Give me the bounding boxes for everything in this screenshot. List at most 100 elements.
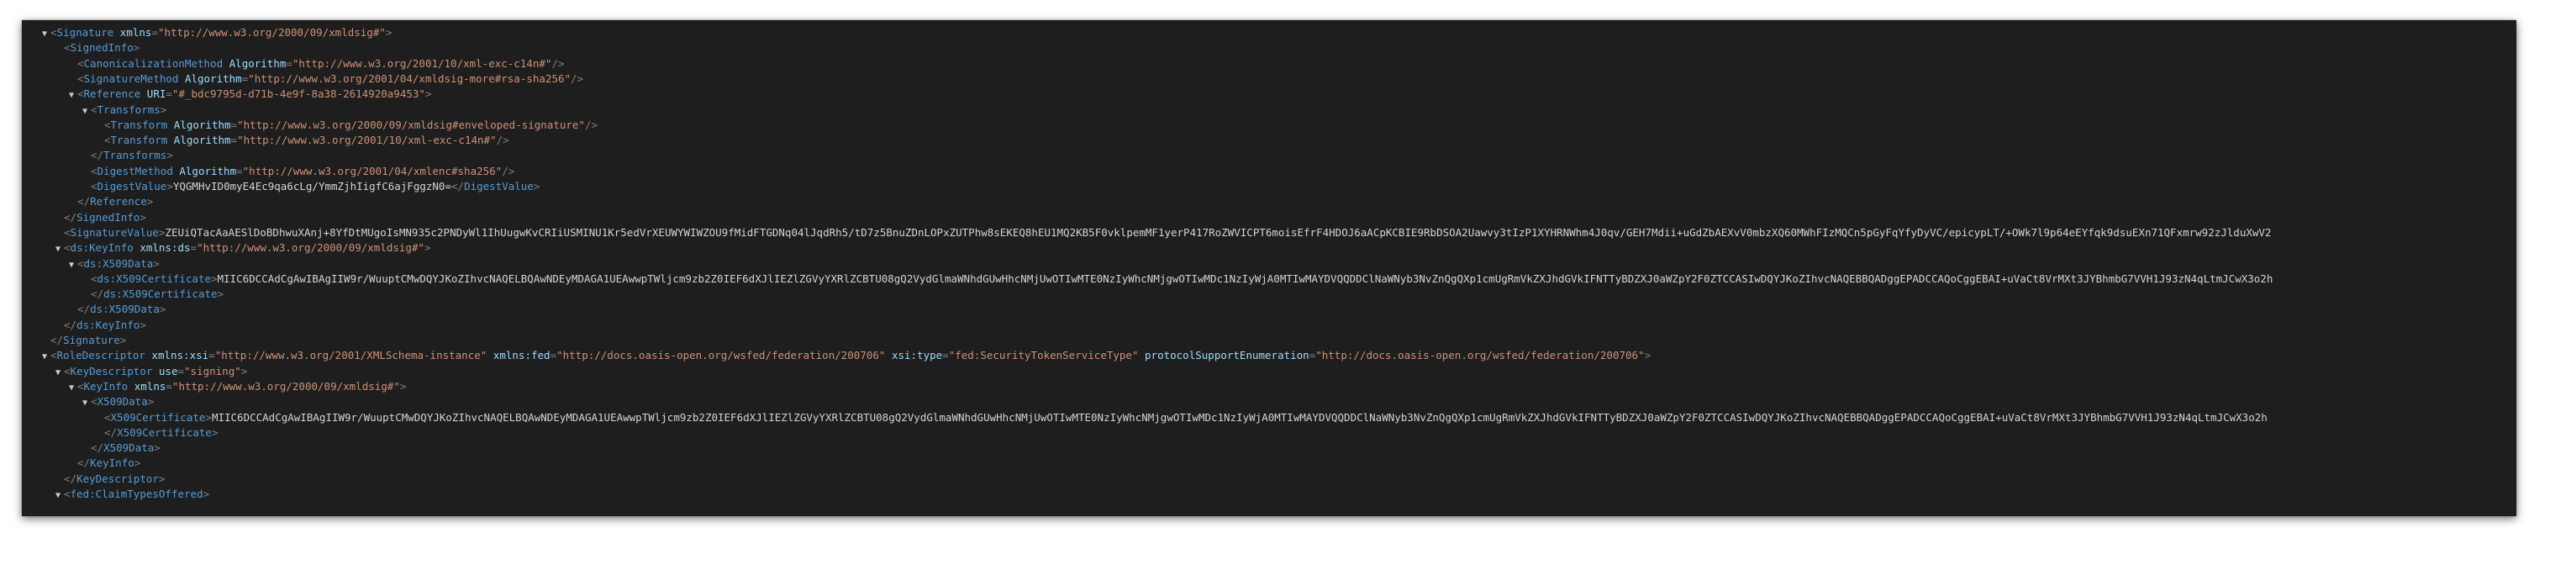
xml-tag-name: X509Data	[103, 441, 155, 455]
xml-attribute-value: "http://www.w3.org/2000/09/xmldsig#"	[171, 379, 400, 393]
xml-line: <SignedInfo>	[52, 40, 140, 55]
xml-line: </SignedInfo>	[52, 210, 146, 225]
xml-punctuation: >	[1644, 349, 1651, 362]
xml-line: <DigestMethod Algorithm="http://www.w3.o…	[79, 164, 514, 179]
xml-tag-name: X509Data	[97, 395, 148, 409]
triangle-down-icon[interactable]: ▼	[52, 366, 64, 381]
xml-punctuation: >	[424, 241, 431, 255]
xml-line: <CanonicalizationMethod Algorithm="http:…	[66, 56, 565, 71]
xml-punctuation: >	[153, 256, 160, 270]
xml-punctuation: =	[550, 349, 557, 362]
xml-line: ▼ <Transforms>	[79, 103, 166, 118]
xml-punctuation: <	[77, 256, 84, 270]
xml-line: ▼ <Reference URI="#_bdc9795d-d71b-4e9f-8a…	[66, 87, 431, 102]
xml-tag-name: KeyDescriptor	[76, 472, 159, 485]
xml-text	[113, 26, 120, 39]
xml-attribute-name: xmlns	[134, 379, 166, 393]
xml-attribute-name: use	[158, 364, 178, 377]
xml-punctuation: =	[236, 164, 243, 177]
xml-punctuation: />	[571, 71, 584, 85]
xml-punctuation: <	[104, 118, 111, 131]
xml-punctuation: =	[942, 349, 949, 362]
triangle-down-icon[interactable]: ▼	[66, 381, 77, 396]
xml-punctuation: >	[159, 303, 166, 316]
xml-tag-name: Signature	[56, 26, 114, 39]
xml-attribute-name: xmlns	[119, 26, 152, 39]
xml-punctuation: </	[77, 303, 91, 316]
triangle-down-icon[interactable]: ▼	[52, 488, 64, 504]
xml-tag-name: ds:X509Certificate	[103, 288, 218, 301]
xml-text	[178, 72, 185, 85]
xml-attribute-name: xmlns:xsi	[151, 349, 209, 362]
xml-attribute-name: Algorithm	[173, 134, 231, 147]
xml-attribute-name: Algorithm	[184, 71, 242, 85]
xml-tag-name: Reference	[90, 195, 147, 208]
xml-line: ▼ <KeyDescriptor use="signing">	[52, 364, 247, 379]
xml-text: MIIC6DCCAdCgAwIBAgIIW9r/WuuptCMwDQYJKoZI…	[217, 272, 2273, 285]
xml-tag-name: KeyInfo	[83, 379, 129, 393]
xml-attribute-name: URI	[146, 87, 166, 101]
xml-punctuation: </	[77, 456, 91, 470]
xml-punctuation: <	[77, 71, 84, 85]
xml-attribute-value: "http://docs.oasis-open.org/wsfed/federa…	[556, 349, 886, 362]
xml-attribute-name: Algorithm	[179, 164, 237, 177]
triangle-down-icon[interactable]: ▼	[39, 350, 50, 365]
triangle-down-icon[interactable]: ▼	[39, 27, 50, 42]
xml-tag-name: ds:KeyInfo	[76, 318, 140, 331]
xml-punctuation: =	[151, 26, 158, 39]
xml-punctuation: </	[50, 334, 64, 346]
xml-attribute-name: xmlns:ds	[140, 241, 191, 255]
xml-attribute-value: "http://www.w3.org/2001/10/xml-exc-c14n#…	[292, 56, 552, 70]
xml-line: ▼ <ds:KeyInfo xmlns:ds="http://www.w3.org…	[52, 240, 431, 256]
xml-punctuation: =	[286, 56, 292, 70]
xml-punctuation: >	[203, 488, 210, 500]
xml-text	[1139, 349, 1146, 361]
xml-punctuation: >	[158, 472, 166, 485]
xml-tag-name: SignatureMethod	[83, 71, 179, 85]
xml-line: </KeyDescriptor>	[52, 472, 165, 487]
xml-punctuation: </	[64, 210, 77, 224]
xml-line: ▼ <fed:ClaimTypesOffered>	[52, 487, 209, 502]
xml-tag-name: SignedInfo	[76, 210, 140, 224]
xml-punctuation: >	[134, 456, 141, 470]
xml-punctuation: >	[119, 334, 127, 346]
xml-attribute-value: "http://www.w3.org/2001/10/xml-exc-c14n#…	[237, 134, 497, 147]
xml-tag-name: RoleDescriptor	[56, 349, 145, 362]
xml-tag-name: ds:X509Data	[83, 256, 154, 270]
xml-punctuation: </	[77, 195, 91, 208]
xml-viewer-panel: ▼ <Signature xmlns="http://www.w3.org/200…	[22, 20, 2516, 516]
xml-tag-name: X509Certificate	[110, 410, 206, 424]
xml-attribute-value: "#_bdc9795d-d71b-4e9f-8a38-2614920a9453"	[171, 87, 425, 101]
triangle-down-icon[interactable]: ▼	[66, 88, 77, 103]
xml-tag-name: Transform	[110, 134, 168, 147]
xml-punctuation: />	[496, 134, 509, 147]
xml-line: </ds:X509Certificate>	[79, 287, 224, 302]
xml-punctuation: =	[230, 134, 238, 147]
xml-punctuation: >	[217, 288, 224, 301]
xml-punctuation: =	[177, 364, 185, 377]
xml-punctuation: </	[451, 180, 465, 193]
xml-attribute-value: "http://www.w3.org/2000/09/xmldsig#"	[197, 241, 425, 255]
xml-text	[167, 134, 174, 146]
xml-line: <Transform Algorithm="http://www.w3.org/…	[92, 133, 509, 148]
xml-tag-name: CanonicalizationMethod	[83, 56, 224, 70]
triangle-down-icon[interactable]: ▼	[79, 396, 91, 411]
xml-tag-name: DigestMethod	[97, 164, 173, 177]
triangle-down-icon[interactable]: ▼	[66, 258, 77, 273]
xml-punctuation: >	[240, 364, 248, 377]
xml-punctuation: =	[230, 118, 238, 131]
xml-punctuation: <	[64, 241, 71, 255]
xml-line: <SignatureMethod Algorithm="http://www.w…	[66, 71, 583, 87]
xml-punctuation: <	[77, 56, 84, 70]
xml-punctuation: >	[154, 441, 161, 455]
xml-punctuation: />	[584, 118, 598, 131]
triangle-down-icon[interactable]: ▼	[79, 104, 91, 119]
xml-attribute-name: protocolSupportEnumeration	[1145, 349, 1309, 362]
xml-punctuation: >	[166, 180, 173, 193]
xml-line: ▼ <X509Data>	[79, 394, 154, 409]
xml-line: <Transform Algorithm="http://www.w3.org/…	[92, 118, 598, 133]
triangle-down-icon[interactable]: ▼	[52, 242, 64, 257]
xml-punctuation: <	[50, 349, 57, 362]
xml-tag-name: ds:X509Data	[90, 303, 160, 316]
xml-line: <ds:X509Certificate>MIIC6DCCAdCgAwIBAgII…	[79, 272, 2273, 287]
